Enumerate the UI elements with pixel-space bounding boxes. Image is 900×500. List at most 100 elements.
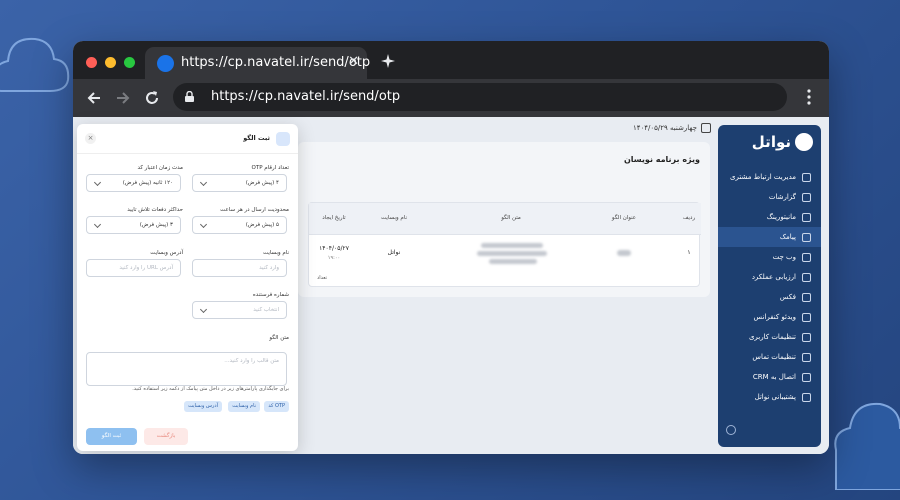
reload-icon[interactable]	[143, 89, 161, 107]
sidebar-item-sms[interactable]: پیامک	[718, 227, 821, 247]
site-name-label: نام وبسایت	[262, 250, 289, 256]
sidebar-item-fax[interactable]: فکس	[718, 287, 821, 307]
sidebar-item-call-settings[interactable]: تنظیمات تماس	[718, 347, 821, 367]
chevron-down-icon	[93, 178, 102, 187]
tab-close-button[interactable]: ✕	[348, 54, 359, 69]
sparkle-icon[interactable]	[381, 54, 395, 68]
select-value: ۴ (پیش فرض)	[245, 180, 279, 186]
sidebar-item-label: تنظیمات کاربری	[748, 333, 796, 341]
input-placeholder: وارد کنید	[259, 265, 279, 271]
blurred-title	[617, 250, 631, 256]
row-time: ۱۹:۰۰	[327, 255, 341, 261]
textarea-placeholder: متن قالب را وارد کنید...	[224, 358, 279, 364]
sidebar-item-user-settings[interactable]: تنظیمات کاربری	[718, 327, 821, 347]
send-icon	[802, 232, 811, 242]
submit-pattern-button[interactable]: ثبت الگو	[86, 428, 137, 445]
more-menu-icon[interactable]	[807, 89, 811, 105]
back-button[interactable]: بازگشت	[144, 428, 188, 445]
column-header: تاریخ ایجاد	[322, 215, 346, 221]
calendar-icon	[700, 123, 711, 133]
input-placeholder: آدرس URL را وارد کنید	[119, 265, 173, 271]
patterns-table: ردیف عنوان الگو متن الگو نام وبسایت تاری…	[308, 202, 701, 287]
tab-active[interactable]: https://cp.navatel.ir/send/otp ✕	[145, 47, 370, 79]
collapse-sidebar-icon[interactable]	[726, 425, 736, 435]
sidebar-item-reports[interactable]: گزارشات	[718, 187, 821, 207]
page-viewport: نواتل مدیریت ارتباط مشتری گزارشات مانیتو…	[73, 117, 829, 454]
app-sidebar: نواتل مدیریت ارتباط مشتری گزارشات مانیتو…	[718, 125, 821, 447]
forward-arrow-icon[interactable]	[114, 89, 132, 107]
support-icon	[802, 392, 811, 402]
column-header: عنوان الگو	[611, 215, 637, 221]
minimize-window-button[interactable]	[105, 57, 116, 68]
button-label: ثبت الگو	[101, 433, 122, 439]
chevron-down-icon	[199, 305, 208, 314]
validity-select[interactable]: ۱۲۰ ثانیه (پیش فرض)	[86, 174, 181, 192]
max-attempts-label: حداکثر دفعات تلاش تایید	[127, 207, 183, 213]
current-date: چهارشنبه ۱۴۰۴/۰۵/۲۹	[633, 124, 697, 132]
sidebar-item-video[interactable]: ویدئو کنفرانس	[718, 307, 821, 327]
cloud-icon	[834, 402, 900, 490]
row-index: ۱	[687, 249, 691, 256]
select-value: ۵ (پیش فرض)	[245, 222, 279, 228]
logo-icon	[795, 133, 813, 151]
address-bar[interactable]: https://cp.navatel.ir/send/otp	[173, 83, 787, 111]
sidebar-item-label: پیامک	[779, 233, 796, 241]
sidebar-item-support[interactable]: پشتیبانی نواتل	[718, 387, 821, 407]
fax-icon	[802, 292, 811, 302]
back-arrow-icon[interactable]	[85, 89, 103, 107]
row-date: ۱۴۰۴/۰۵/۲۷	[319, 245, 349, 252]
sidebar-item-label: فکس	[779, 293, 796, 301]
sidebar-item-label: مدیریت ارتباط مشتری	[730, 173, 796, 181]
sidebar-item-label: اتصال به CRM	[752, 373, 796, 381]
sidebar-item-crm-link[interactable]: اتصال به CRM	[718, 367, 821, 387]
select-value: ۱۲۰ ثانیه (پیش فرض)	[122, 180, 173, 186]
chevron-down-icon	[199, 220, 208, 229]
sidebar-item-crm[interactable]: مدیریت ارتباط مشتری	[718, 167, 821, 187]
table-footer: تعداد	[317, 275, 328, 281]
sidebar-menu: مدیریت ارتباط مشتری گزارشات مانیتورینگ پ…	[718, 167, 821, 407]
sidebar-item-monitoring[interactable]: مانیتورینگ	[718, 207, 821, 227]
blurred-text	[481, 243, 543, 248]
link-icon	[802, 372, 811, 382]
sidebar-item-label: ارزیابی عملکرد	[751, 273, 796, 281]
browser-toolbar: https://cp.navatel.ir/send/otp	[73, 79, 829, 117]
monitor-icon	[802, 212, 811, 222]
sidebar-item-label: ویدئو کنفرانس	[753, 313, 796, 321]
cloud-icon	[0, 37, 70, 92]
rate-limit-select[interactable]: ۵ (پیش فرض)	[192, 216, 287, 234]
close-window-button[interactable]	[86, 57, 97, 68]
site-name-input[interactable]: وارد کنید	[192, 259, 287, 277]
browser-window: https://cp.navatel.ir/send/otp ✕ https:/…	[73, 41, 829, 454]
insert-site-name-chip[interactable]: نام وبسایت	[228, 401, 260, 412]
sidebar-item-label: مانیتورینگ	[766, 213, 796, 221]
chat-icon	[802, 252, 811, 262]
column-header: ردیف	[682, 215, 696, 221]
video-icon	[802, 312, 811, 322]
column-header: متن الگو	[501, 215, 521, 221]
table-header: ردیف عنوان الگو متن الگو نام وبسایت تاری…	[309, 203, 701, 235]
site-address-input[interactable]: آدرس URL را وارد کنید	[86, 259, 181, 277]
tab-bar: https://cp.navatel.ir/send/otp ✕	[73, 41, 829, 79]
sender-select[interactable]: انتخاب کنید	[192, 301, 287, 319]
otp-digits-select[interactable]: ۴ (پیش فرض)	[192, 174, 287, 192]
close-modal-button[interactable]: ×	[85, 133, 96, 144]
chevron-down-icon	[93, 220, 102, 229]
insert-site-address-chip[interactable]: آدرس وبسایت	[184, 401, 222, 412]
sender-label: شماره فرستنده	[252, 292, 289, 298]
sidebar-item-label: تنظیمات تماس	[752, 353, 796, 361]
report-icon	[802, 192, 811, 202]
insert-otp-chip[interactable]: کد OTP	[264, 401, 289, 412]
developer-card: ویژه برنامه نویسان ردیف عنوان الگو متن ا…	[298, 142, 710, 297]
pattern-textarea[interactable]: متن قالب را وارد کنید...	[86, 352, 287, 386]
register-pattern-modal: ثبت الگو × تعداد ارقام OTP ۴ (پیش فرض) م…	[77, 124, 298, 451]
sidebar-item-evaluation[interactable]: ارزیابی عملکرد	[718, 267, 821, 287]
otp-digits-label: تعداد ارقام OTP	[251, 165, 289, 171]
placeholder-hint: برای جایگذاری پارامترهای زیر در داخل متن…	[132, 386, 289, 392]
max-attempts-select[interactable]: ۳ (پیش فرض)	[86, 216, 181, 234]
sidebar-item-webchat[interactable]: وب چت	[718, 247, 821, 267]
maximize-window-button[interactable]	[124, 57, 135, 68]
modal-title-icon	[276, 132, 290, 146]
table-row[interactable]: ۱ نواتل ۱۴۰۴/۰۵/۲۷ ۱۹:۰۰	[309, 235, 701, 271]
brand-logo[interactable]: نواتل	[752, 133, 813, 151]
brand-name: نواتل	[751, 133, 791, 151]
